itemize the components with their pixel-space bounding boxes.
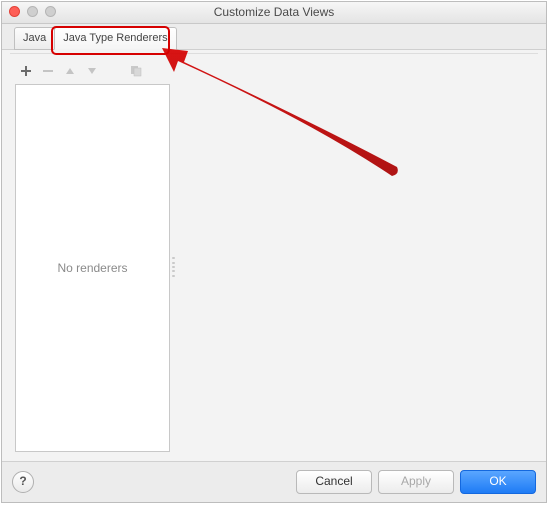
close-icon[interactable] <box>9 6 20 17</box>
tab-bar: Java Java Type Renderers <box>2 24 546 50</box>
titlebar: Customize Data Views <box>2 2 546 24</box>
window-controls <box>9 6 56 17</box>
renderer-panel: No renderers <box>15 60 170 452</box>
splitter-handle[interactable] <box>170 256 176 278</box>
move-up-button <box>61 62 79 80</box>
list-toolbar <box>15 60 170 84</box>
renderer-list[interactable]: No renderers <box>15 84 170 452</box>
tab-label: Java <box>23 32 46 44</box>
tab-java[interactable]: Java <box>14 27 55 50</box>
ok-button[interactable]: OK <box>460 470 536 494</box>
help-icon: ? <box>19 474 26 488</box>
window-title: Customize Data Views <box>214 5 335 19</box>
button-label: Apply <box>401 474 431 488</box>
remove-button <box>39 62 57 80</box>
dialog-window: Customize Data Views Java Java Type Rend… <box>1 1 547 503</box>
cancel-button[interactable]: Cancel <box>296 470 372 494</box>
minimize-icon <box>27 6 38 17</box>
tab-label: Java Type Renderers <box>63 32 167 44</box>
content-area: No renderers <box>2 49 546 462</box>
zoom-icon <box>45 6 56 17</box>
button-label: OK <box>489 474 506 488</box>
list-placeholder: No renderers <box>57 261 127 275</box>
help-button[interactable]: ? <box>12 471 34 493</box>
dialog-buttons: ? Cancel Apply OK <box>2 461 546 502</box>
move-down-button <box>83 62 101 80</box>
copy-button <box>127 62 145 80</box>
apply-button: Apply <box>378 470 454 494</box>
add-button[interactable] <box>17 62 35 80</box>
button-label: Cancel <box>315 474 352 488</box>
tab-java-type-renderers[interactable]: Java Type Renderers <box>54 27 176 50</box>
